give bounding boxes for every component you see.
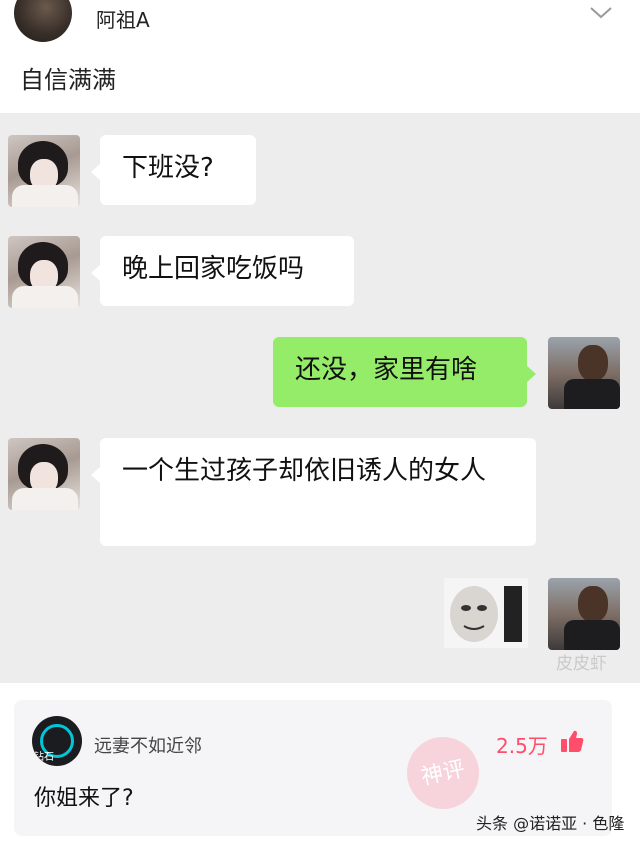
message-text: 一个生过孩子却依旧诱人的女人 <box>122 456 487 486</box>
message-bubble-outgoing: 还没，家里有啥 <box>273 337 536 407</box>
source-credit: 头条 @诺诺亚 · 色隆 <box>476 814 625 833</box>
contact-avatar <box>8 236 80 308</box>
message-bubble-incoming: 晚上回家吃饭吗 <box>91 236 354 306</box>
message-text: 还没，家里有啥 <box>295 355 478 385</box>
chevron-down-icon[interactable] <box>588 2 614 22</box>
thumbs-up-icon[interactable] <box>559 728 585 754</box>
message-text: 下班没? <box>122 153 214 183</box>
message-bubble-incoming: 一个生过孩子却依旧诱人的女人 <box>91 438 536 546</box>
meme-sticker <box>444 578 528 648</box>
poster-username[interactable]: 阿祖A <box>96 4 150 33</box>
like-count: 2.5万 <box>496 734 548 758</box>
contact-avatar <box>8 438 80 510</box>
message-text: 晚上回家吃饭吗 <box>122 254 305 284</box>
contact-avatar <box>8 135 80 207</box>
self-avatar <box>548 578 620 650</box>
post-header: 阿祖A <box>0 0 640 48</box>
commenter-name[interactable]: 远妻不如近邻 <box>94 732 202 758</box>
app-watermark: 皮皮虾 <box>556 654 607 674</box>
comment-text: 你姐来了? <box>34 786 134 811</box>
poster-avatar[interactable] <box>14 0 72 42</box>
post-title: 自信满满 <box>20 66 116 94</box>
commenter-avatar[interactable]: 钻石 <box>32 716 82 766</box>
chat-screenshot: 下班没? 晚上回家吃饭吗 还没，家里有啥 一个生过孩子却依旧诱人的女人 皮皮虾 <box>0 113 640 683</box>
self-avatar <box>548 337 620 409</box>
avatar-badge: 钻石 <box>34 752 54 763</box>
message-bubble-incoming: 下班没? <box>91 135 256 205</box>
